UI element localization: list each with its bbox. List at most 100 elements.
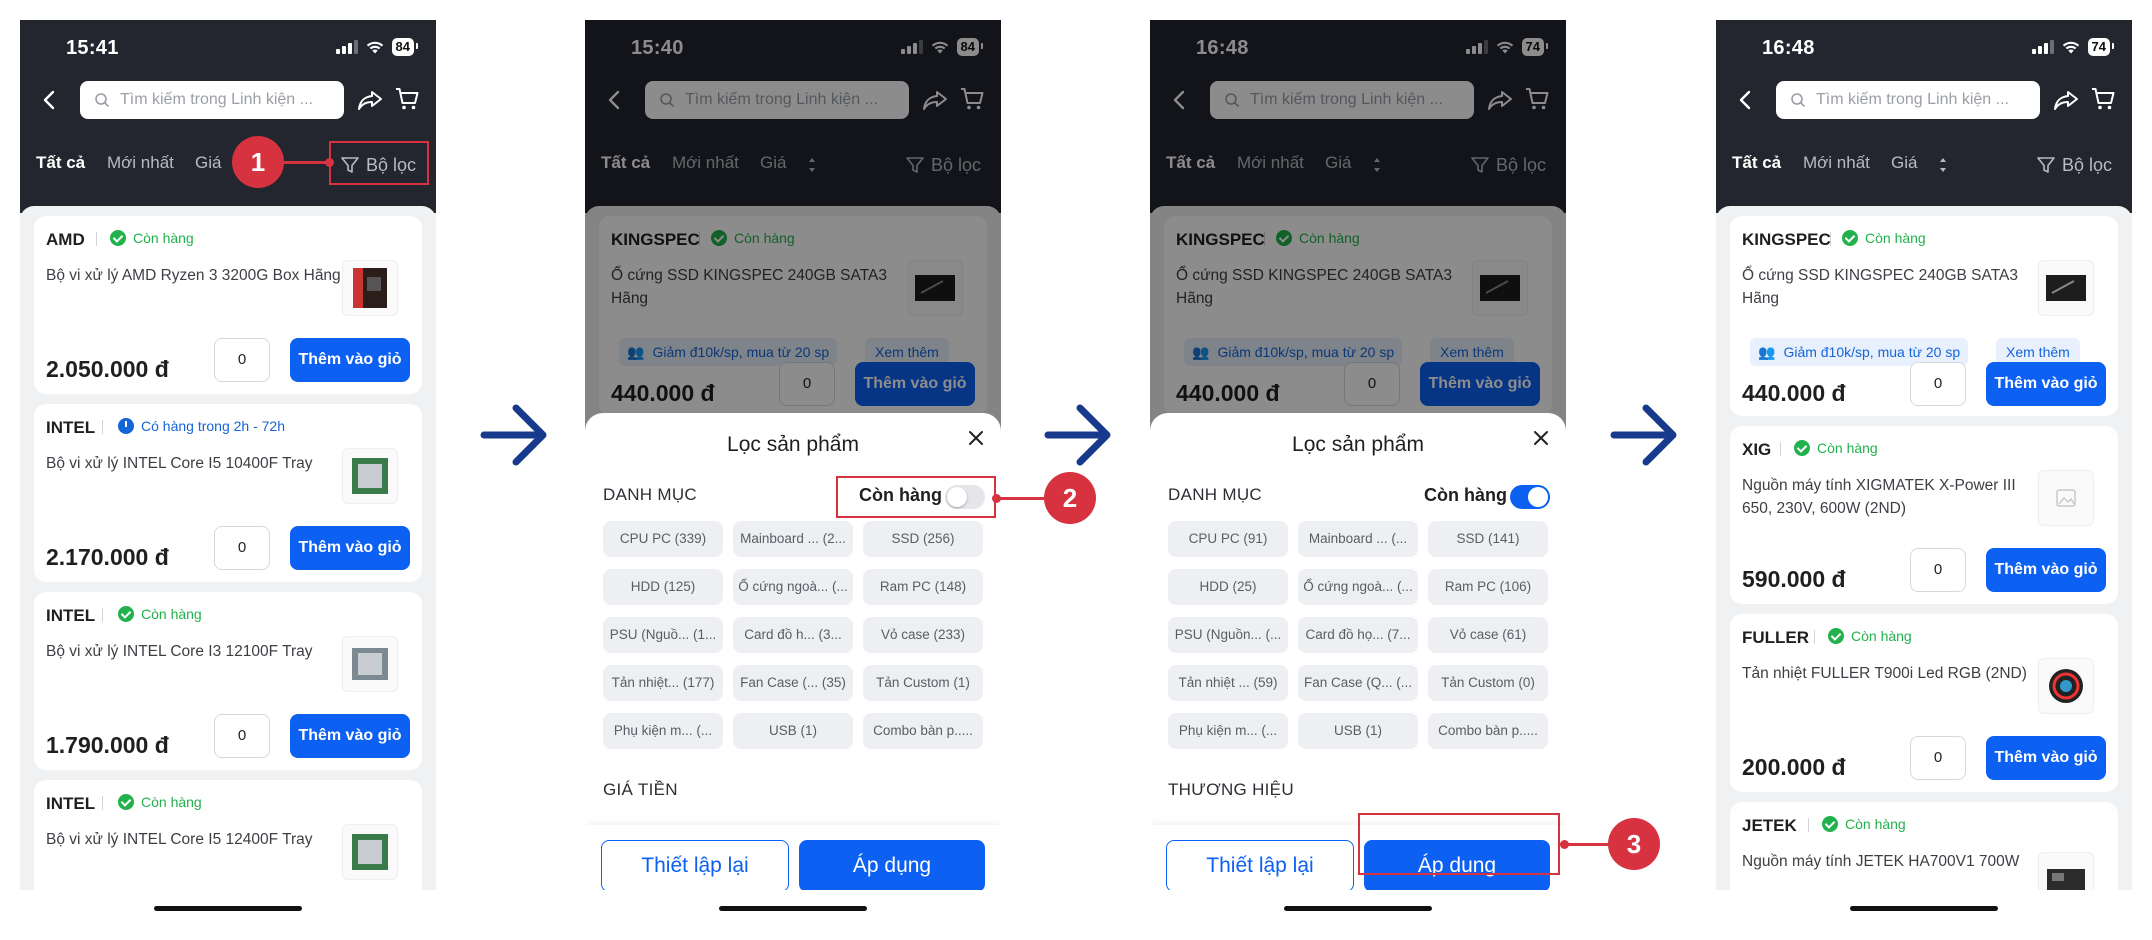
tab-newest[interactable]: Mới nhất	[1803, 153, 1870, 173]
category-chip[interactable]: Vỏ case (61)	[1428, 617, 1548, 653]
category-chip[interactable]: Tản Custom (0)	[1428, 665, 1548, 701]
add-to-cart-button[interactable]: Thêm vào giỏ	[290, 714, 410, 758]
back-arrow-icon[interactable]	[38, 88, 62, 112]
quantity-input[interactable]: 0	[1910, 362, 1966, 406]
add-to-cart-button[interactable]: Thêm vào giỏ	[290, 338, 410, 382]
arrow-right-icon	[480, 404, 547, 466]
callout-line	[996, 497, 1044, 500]
product-name: Nguồn máy tính XIGMATEK X-Power III 650,…	[1742, 477, 2016, 517]
category-chip[interactable]: PSU (Nguồ... (1...	[603, 617, 723, 653]
product-name: Tản nhiệt FULLER T900i Led RGB (2ND)	[1742, 665, 2027, 682]
product-card[interactable]: AMD Còn hàng Bộ vi xử lý AMD Ryzen 3 320…	[34, 216, 422, 394]
screen-3: 16:48 74 Tìm kiếm trong Linh kiện ... Tấ…	[1150, 20, 1566, 890]
category-chip[interactable]: Fan Case (Q... (...	[1298, 665, 1418, 701]
category-chip[interactable]: Combo bàn p.....	[1428, 713, 1548, 749]
back-arrow-icon[interactable]	[1734, 88, 1758, 112]
category-chip[interactable]: Mainboard ... (2...	[733, 521, 853, 557]
filter-button[interactable]: Bộ lọc	[2036, 150, 2112, 180]
category-chip[interactable]: Combo bàn p.....	[863, 713, 983, 749]
callout-line	[282, 161, 330, 164]
product-card[interactable]: INTEL Có hàng trong 2h - 72h Bộ vi xử lý…	[34, 404, 422, 582]
product-card[interactable]: INTEL Còn hàng Bộ vi xử lý INTEL Core I3…	[34, 592, 422, 770]
check-circle-icon	[1794, 440, 1810, 456]
add-to-cart-button[interactable]: Thêm vào giỏ	[1986, 548, 2106, 592]
category-chip[interactable]: Tản Custom (1)	[863, 665, 983, 701]
product-price: 2.050.000 đ	[46, 356, 169, 382]
category-chip[interactable]: HDD (25)	[1168, 569, 1288, 605]
tab-all[interactable]: Tất cả	[36, 153, 85, 173]
category-chip[interactable]: Card đồ h... (3...	[733, 617, 853, 653]
category-chip[interactable]: Fan Case (... (35)	[733, 665, 853, 701]
tab-all[interactable]: Tất cả	[1732, 153, 1781, 173]
quantity-input[interactable]: 0	[214, 526, 270, 570]
category-chip[interactable]: SSD (141)	[1428, 521, 1548, 557]
sort-tabs: Tất cả Mới nhất Giá Bộ lọc	[1716, 150, 2132, 184]
in-stock-toggle[interactable]	[1510, 485, 1550, 509]
category-chip[interactable]: Phụ kiện m... (...	[1168, 713, 1288, 749]
product-card[interactable]: JETEK Còn hàng Nguồn máy tính JETEK HA70…	[1730, 802, 2118, 890]
tab-newest[interactable]: Mới nhất	[107, 153, 174, 173]
callout-dot	[1560, 840, 1569, 849]
add-to-cart-button[interactable]: Thêm vào giỏ	[1986, 736, 2106, 780]
category-chip[interactable]: Vỏ case (233)	[863, 617, 983, 653]
highlight-filter	[329, 141, 429, 185]
add-to-cart-button[interactable]: Thêm vào giỏ	[290, 526, 410, 570]
category-chip[interactable]: Tản nhiệt... (177)	[603, 665, 723, 701]
category-chip[interactable]: Ram PC (106)	[1428, 569, 1548, 605]
screen-2: 15:40 84 Tìm kiếm trong Linh kiện ... Tấ…	[585, 20, 1001, 890]
add-to-cart-button[interactable]: Thêm vào giỏ	[1986, 362, 2106, 406]
status-time: 16:48	[1762, 37, 1815, 59]
product-card[interactable]: FULLER Còn hàng Tản nhiệt FULLER T900i L…	[1730, 614, 2118, 792]
category-chip[interactable]: Ram PC (148)	[863, 569, 983, 605]
category-chip[interactable]: USB (1)	[1298, 713, 1418, 749]
product-name: Nguồn máy tính JETEK HA700V1 700W	[1742, 853, 2020, 870]
search-input[interactable]: Tìm kiếm trong Linh kiện ...	[80, 81, 344, 119]
category-chip[interactable]: Ổ cứng ngoà... (...	[733, 569, 853, 605]
apply-button[interactable]: Áp dụng	[799, 840, 985, 890]
category-chip[interactable]: Mainboard ... (...	[1298, 521, 1418, 557]
reset-button[interactable]: Thiết lập lại	[601, 840, 789, 890]
product-brand: JETEK	[1742, 816, 1797, 835]
product-image	[342, 260, 398, 316]
quantity-input[interactable]: 0	[214, 338, 270, 382]
category-chip[interactable]: HDD (125)	[603, 569, 723, 605]
check-circle-icon	[1828, 628, 1844, 644]
product-card[interactable]: KINGSPEC Còn hàng Ổ cứng SSD KINGSPEC 24…	[1730, 216, 2118, 416]
tab-price[interactable]: Giá	[1891, 153, 1917, 173]
category-chip[interactable]: SSD (256)	[863, 521, 983, 557]
category-chip[interactable]: CPU PC (91)	[1168, 521, 1288, 557]
share-icon[interactable]	[356, 86, 384, 114]
divider	[1814, 630, 1815, 644]
battery-icon: 74	[2087, 38, 2115, 56]
category-chip[interactable]: USB (1)	[733, 713, 853, 749]
sort-arrows-icon[interactable]	[1938, 156, 1948, 174]
quantity-input[interactable]: 0	[1910, 548, 1966, 592]
tab-price[interactable]: Giá	[195, 153, 221, 173]
arrow-right-icon	[1044, 404, 1111, 466]
quantity-input[interactable]: 0	[214, 714, 270, 758]
stock-badge: Còn hàng	[110, 230, 194, 246]
filter-label: Bộ lọc	[2061, 154, 2112, 175]
share-icon[interactable]	[2052, 86, 2080, 114]
cart-icon[interactable]	[2090, 86, 2116, 112]
category-chip[interactable]: Phụ kiện m... (...	[603, 713, 723, 749]
stock-badge: Còn hàng	[118, 606, 202, 622]
sheet-title: Lọc sản phẩm	[1292, 433, 1424, 456]
category-chip[interactable]: Ổ cứng ngoà... (...	[1298, 569, 1418, 605]
close-icon[interactable]	[965, 427, 987, 449]
category-chip[interactable]: Tản nhiệt ... (59)	[1168, 665, 1288, 701]
category-heading: DANH MỤC	[603, 485, 698, 504]
category-chip[interactable]: CPU PC (339)	[603, 521, 723, 557]
close-icon[interactable]	[1530, 427, 1552, 449]
search-input[interactable]: Tìm kiếm trong Linh kiện ...	[1776, 81, 2040, 119]
cart-icon[interactable]	[394, 86, 420, 112]
quantity-input[interactable]: 0	[1910, 736, 1966, 780]
category-chip[interactable]: PSU (Nguồn... (...	[1168, 617, 1288, 653]
sheet-title: Lọc sản phẩm	[727, 433, 859, 456]
product-image	[2038, 658, 2094, 714]
category-chip[interactable]: Card đồ họ... (7...	[1298, 617, 1418, 653]
product-image	[342, 824, 398, 880]
product-card[interactable]: XIG Còn hàng Nguồn máy tính XIGMATEK X-P…	[1730, 426, 2118, 604]
product-card[interactable]: INTEL Còn hàng Bộ vi xử lý INTEL Core I5…	[34, 780, 422, 890]
reset-button[interactable]: Thiết lập lại	[1166, 840, 1354, 890]
